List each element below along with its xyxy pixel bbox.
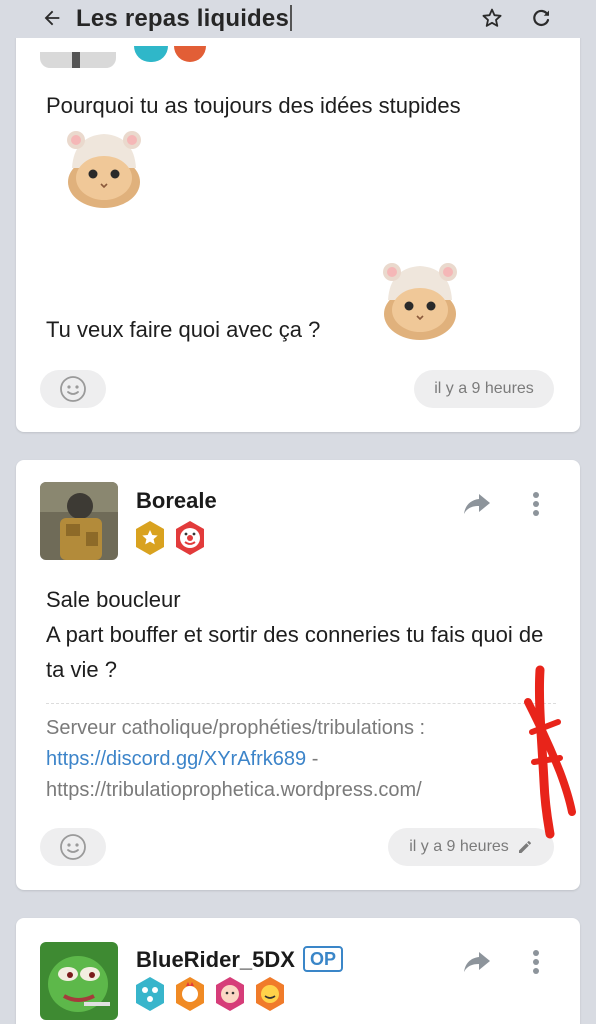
- top-bar: Les repas liquides: [0, 0, 596, 38]
- gold-star-badge[interactable]: [134, 520, 166, 556]
- post-card: Pourquoi tu as toujours des idées stupid…: [16, 30, 580, 432]
- post-card: Boreale Sale boucleur A part bouffer et …: [16, 460, 580, 890]
- page-title: Les repas liquides: [76, 4, 293, 34]
- post-text: Sale boucleur: [46, 587, 181, 612]
- author-name-text: BlueRider_5DX: [136, 947, 295, 972]
- refresh-button[interactable]: [527, 4, 555, 32]
- post-card: BlueRider_5DX OP: [16, 918, 580, 1024]
- avatar[interactable]: [40, 482, 118, 560]
- website-url: https://tribulatioprophetica.wordpress.c…: [46, 779, 422, 801]
- user-signature: Serveur catholique/prophéties/tribulatio…: [46, 713, 561, 806]
- smiley-icon: [60, 376, 86, 402]
- clown-badge[interactable]: [174, 520, 206, 556]
- stars-badge[interactable]: [134, 976, 166, 1012]
- post-body: Sale boucleur A part bouffer et sortir d…: [46, 582, 556, 687]
- op-badge: OP: [302, 946, 343, 972]
- post-timestamp[interactable]: il y a 9 heures: [414, 370, 554, 408]
- back-button[interactable]: [38, 4, 66, 32]
- user-badges: [134, 976, 286, 1012]
- share-icon: [464, 952, 490, 972]
- more-vert-icon: [533, 950, 539, 974]
- refresh-icon: [533, 9, 550, 27]
- share-button[interactable]: [462, 947, 492, 977]
- reaction-button[interactable]: [40, 828, 106, 866]
- reaction-button[interactable]: [40, 370, 106, 408]
- emoji-badge[interactable]: [254, 976, 286, 1012]
- signature-separator: -: [306, 748, 319, 770]
- signature-divider: [46, 703, 556, 704]
- avatar[interactable]: [40, 942, 118, 1020]
- discord-link[interactable]: https://discord.gg/XYrAfrk689: [46, 748, 306, 770]
- more-vert-icon: [533, 492, 539, 516]
- share-icon: [464, 494, 490, 514]
- more-options-button[interactable]: [526, 947, 546, 977]
- more-options-button[interactable]: [526, 489, 546, 519]
- post-text: Pourquoi tu as toujours des idées stupid…: [46, 93, 461, 118]
- cat-sticker-image: [67, 131, 141, 208]
- star-icon: [482, 8, 502, 27]
- red-scribble-annotation: [524, 665, 576, 839]
- avatar: [40, 52, 116, 68]
- rooster-badge[interactable]: [174, 976, 206, 1012]
- post-text: Tu veux faire quoi avec ça ?: [46, 317, 321, 342]
- author-name[interactable]: BlueRider_5DX OP: [136, 946, 343, 973]
- author-name[interactable]: Boreale: [136, 488, 217, 514]
- smiley-icon: [60, 834, 86, 860]
- favorite-button[interactable]: [478, 4, 506, 32]
- cat-sticker-image: [383, 263, 457, 340]
- timestamp-text: il y a 9 heures: [409, 838, 509, 855]
- user-badge: [174, 46, 206, 62]
- share-button[interactable]: [462, 489, 492, 519]
- signature-label: Serveur catholique/prophéties/tribulatio…: [46, 717, 426, 739]
- timestamp-text: il y a 9 heures: [434, 380, 534, 397]
- baby-badge[interactable]: [214, 976, 246, 1012]
- user-badges: [134, 520, 206, 556]
- post-text: A part bouffer et sortir des conneries t…: [46, 622, 544, 682]
- arrow-left-icon: [44, 10, 60, 26]
- text-cursor: [290, 5, 293, 31]
- user-badge: [134, 46, 168, 62]
